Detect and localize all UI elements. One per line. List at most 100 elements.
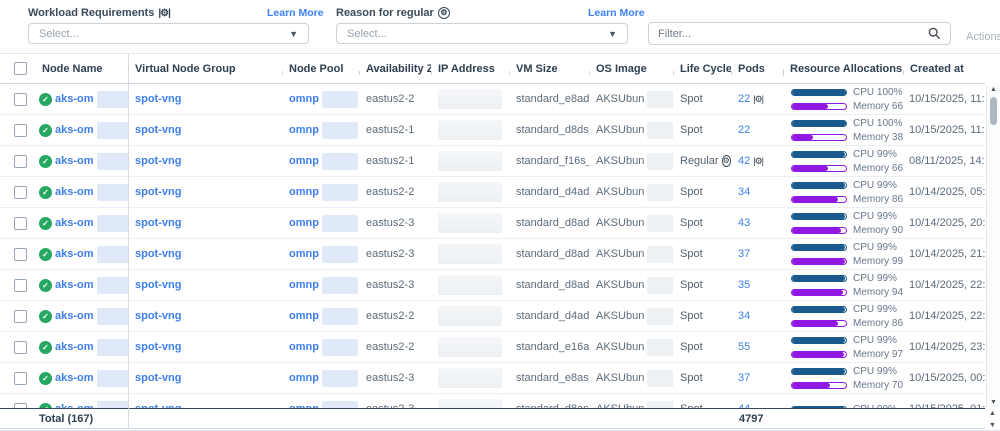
virtual-node-group-link[interactable]: spot-vng [135,217,181,229]
scroll-down-icon[interactable]: ▼ [986,422,999,429]
virtual-node-group-link[interactable]: spot-vng [135,372,181,384]
row-checkbox-cell [0,279,35,292]
row-checkbox[interactable] [14,124,27,137]
node-pool-link[interactable]: omnp [289,124,319,136]
table-body: ✓ aks-om spot-vng omnp eastus2-2 standar… [0,84,985,408]
row-checkbox[interactable] [14,341,27,354]
memory-bar [791,165,847,172]
node-healthy-icon: ✓ [39,186,52,199]
node-healthy-icon: ✓ [39,124,52,137]
reason-for-regular-select[interactable]: Select... ▼ [336,23,628,44]
pods-count-link[interactable]: 55 [738,341,750,353]
node-pool-link[interactable]: omnp [289,341,319,353]
memory-bar-fill [792,383,830,388]
row-checkbox[interactable] [14,186,27,199]
pods-count-link[interactable]: 42 [738,155,750,167]
pods-count-link[interactable]: 35 [738,279,750,291]
virtual-node-group-cell: spot-vng [128,155,282,167]
node-pool-cell: omnp [282,91,359,108]
node-pool-link[interactable]: omnp [289,155,319,167]
cpu-bar-fill [792,245,845,250]
pods-count-link[interactable]: 34 [738,186,750,198]
node-pool-link[interactable]: omnp [289,93,319,105]
node-name-link[interactable]: aks-om [55,186,94,198]
col-header-pods[interactable]: Pods [731,63,783,75]
node-name-link[interactable]: aks-om [55,279,94,291]
col-header-ip-address[interactable]: IP Address [431,63,509,75]
cpu-allocation-row: CPU 99% [791,149,897,160]
col-header-virtual-node-group[interactable]: Virtual Node Group [128,63,282,75]
col-header-life-cycle[interactable]: Life Cycle [673,63,731,75]
node-pool-cell: omnp [282,308,359,325]
row-checkbox[interactable] [14,279,27,292]
node-pool-link[interactable]: omnp [289,186,319,198]
node-name-link[interactable]: aks-om [55,248,94,260]
memory-label: Memory 66% [853,101,903,112]
row-checkbox[interactable] [14,93,27,106]
pods-count-link[interactable]: 43 [738,217,750,229]
virtual-node-group-link[interactable]: spot-vng [135,93,181,105]
redacted-os-image [647,122,673,139]
node-pool-link[interactable]: omnp [289,217,319,229]
node-name-link[interactable]: aks-om [55,155,94,167]
node-name-link[interactable]: aks-om [55,372,94,384]
col-header-availability-zone[interactable]: Availability Zone [359,63,431,75]
actions-button[interactable]: Actions [966,31,1000,43]
footer-scroll-arrows[interactable]: ▲ ▼ [986,410,999,429]
scroll-up-icon[interactable]: ▲ [987,86,1000,93]
col-header-os-image[interactable]: OS Image [589,63,673,75]
node-name-link[interactable]: aks-om [55,310,94,322]
virtual-node-group-link[interactable]: spot-vng [135,186,181,198]
row-checkbox[interactable] [14,217,27,230]
row-checkbox-cell [0,372,35,385]
col-header-created-at[interactable]: Created at [903,63,985,75]
virtual-node-group-link[interactable]: spot-vng [135,341,181,353]
redacted-ip-address [438,120,502,140]
table-row: ✓ aks-om spot-vng omnp eastus2-3 standar… [0,239,985,270]
workload-learn-more-link[interactable]: Learn More [267,7,324,19]
filter-search-input[interactable]: Filter... [648,22,951,45]
row-checkbox[interactable] [14,310,27,323]
row-checkbox[interactable] [14,248,27,261]
row-checkbox[interactable] [14,372,27,385]
pods-count-link[interactable]: 37 [738,248,750,260]
node-name-cell: ✓ aks-om [35,246,128,263]
col-header-node-name[interactable]: Node Name [35,63,128,75]
virtual-node-group-link[interactable]: spot-vng [135,279,181,291]
node-pool-link[interactable]: omnp [289,310,319,322]
node-name-link[interactable]: aks-om [55,341,94,353]
virtual-node-group-link[interactable]: spot-vng [135,310,181,322]
scrollbar-thumb[interactable] [990,97,997,125]
pods-count-link[interactable]: 22 [738,93,750,105]
pods-count-link[interactable]: 37 [738,372,750,384]
node-pool-link[interactable]: omnp [289,279,319,291]
ip-address-cell [431,182,509,202]
node-healthy-icon: ✓ [39,310,52,323]
node-pool-link[interactable]: omnp [289,372,319,384]
reason-learn-more-link[interactable]: Learn More [588,7,645,19]
node-healthy-icon: ✓ [39,93,52,106]
col-header-vm-size[interactable]: VM Size [509,63,589,75]
scroll-up-icon[interactable]: ▲ [986,410,999,417]
row-checkbox[interactable] [14,155,27,168]
pods-count-link[interactable]: 22 [738,124,750,136]
select-all-checkbox[interactable] [14,62,27,75]
node-pool-link[interactable]: omnp [289,248,319,260]
workload-requirements-select[interactable]: Select... ▼ [28,23,309,44]
virtual-node-group-link[interactable]: spot-vng [135,155,181,167]
availability-zone-cell: eastus2-2 [359,310,431,322]
col-header-node-pool[interactable]: Node Pool [282,63,359,75]
pods-count-link[interactable]: 34 [738,310,750,322]
table-row: ✓ aks-om spot-vng omnp eastus2-3 standar… [0,363,985,394]
node-name-link[interactable]: aks-om [55,124,94,136]
virtual-node-group-link[interactable]: spot-vng [135,248,181,260]
redacted-os-image [647,246,673,263]
node-name-link[interactable]: aks-om [55,217,94,229]
scroll-down-icon[interactable]: ▼ [987,399,1000,406]
row-checkbox-cell [0,93,35,106]
node-name-link[interactable]: aks-om [55,93,94,105]
vertical-scrollbar[interactable]: ▲ ▼ [986,85,999,407]
col-header-resource-allocations[interactable]: Resource Allocations ↓ ≡ [783,61,903,76]
created-at-cell: 10/15/2025, 00:2... [903,372,985,384]
virtual-node-group-link[interactable]: spot-vng [135,124,181,136]
